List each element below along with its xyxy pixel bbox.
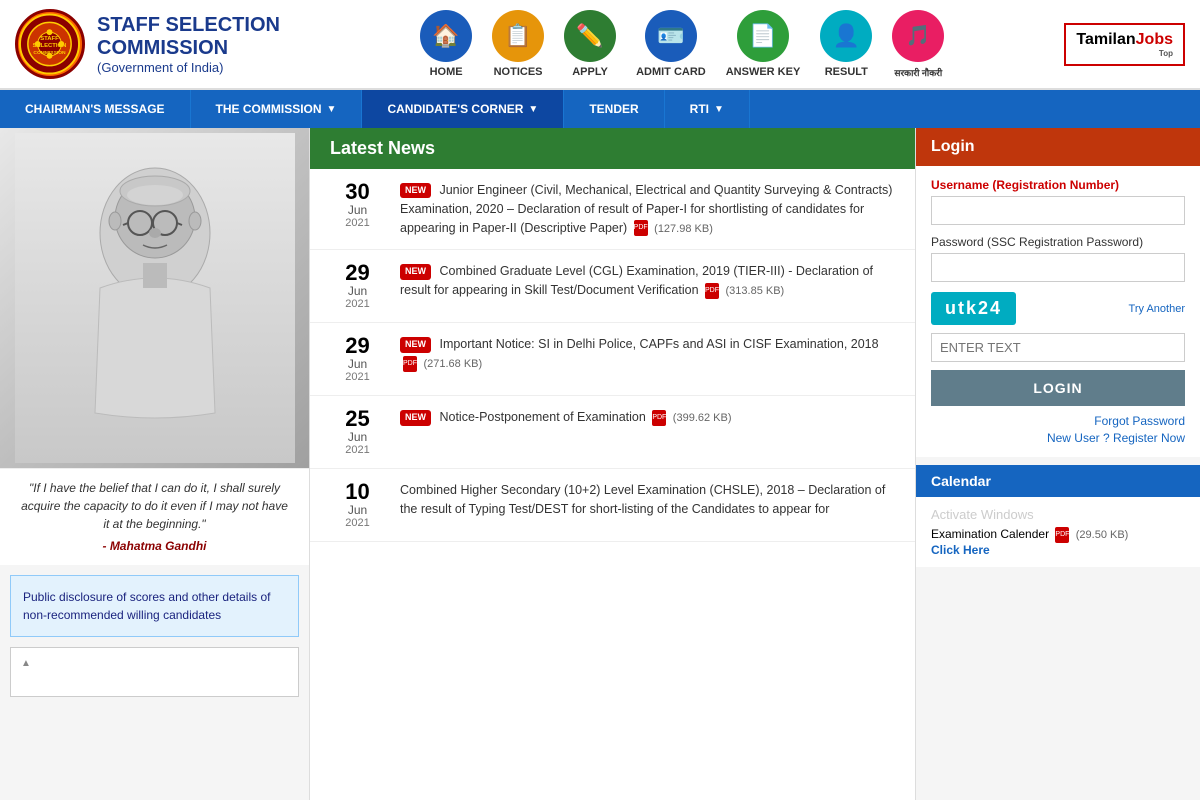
login-header: Login (916, 128, 1200, 166)
commission-arrow: ▼ (327, 104, 337, 115)
pdf-icon: PDF (403, 356, 417, 372)
captcha-row: utk24 Try Another (931, 292, 1185, 325)
pdf-icon: PDF (652, 410, 666, 426)
navigation-bar: CHAIRMAN'S MESSAGE THE COMMISSION ▼ CAND… (0, 90, 1200, 128)
answer-key-icon: 📄 (737, 10, 789, 62)
password-label: Password (SSC Registration Password) (931, 235, 1185, 249)
extra-icon: 🎵 (892, 10, 944, 62)
login-box: Login Username (Registration Number) Pas… (916, 128, 1200, 457)
captcha-input[interactable] (931, 333, 1185, 362)
jobs-text: Jobs (1136, 31, 1173, 48)
news-date: 10 Jun 2021 (330, 481, 385, 529)
username-label: Username (Registration Number) (931, 178, 1185, 192)
extra-label: सरकारी नौकरी (894, 66, 942, 79)
nav-admit-card[interactable]: 🪪 ADMIT CARD (636, 10, 706, 78)
svg-text:STAFF: STAFF (40, 36, 59, 42)
news-content[interactable]: NEW Junior Engineer (Civil, Mechanical, … (400, 181, 895, 237)
new-user-link[interactable]: New User ? Register Now (931, 431, 1185, 445)
news-date: 25 Jun 2021 (330, 408, 385, 456)
pdf-icon: PDF (634, 220, 648, 236)
news-date: 29 Jun 2021 (330, 335, 385, 383)
news-content[interactable]: NEW Notice-Postponement of Examination P… (400, 408, 895, 427)
center-content: Latest News 30 Jun 2021 NEW Junior Engin… (310, 128, 915, 800)
pdf-icon: PDF (705, 283, 719, 299)
news-item: 29 Jun 2021 NEW Important Notice: SI in … (310, 323, 915, 396)
nav-home[interactable]: 🏠 HOME (420, 10, 472, 78)
news-item: 10 Jun 2021 Combined Higher Secondary (1… (310, 469, 915, 542)
nav-tender[interactable]: TENDER (564, 90, 664, 128)
org-name: STAFF SELECTION COMMISSION (97, 14, 315, 60)
login-links: Forgot Password New User ? Register Now (931, 414, 1185, 445)
captcha-image: utk24 (931, 292, 1016, 325)
left-sidebar: "If I have the belief that I can do it, … (0, 128, 310, 800)
tamilan-text: Tamilan (1076, 31, 1135, 48)
new-badge: NEW (400, 410, 431, 426)
calendar-body: Activate Windows Examination Calender PD… (916, 497, 1200, 567)
news-content[interactable]: Combined Higher Secondary (10+2) Level E… (400, 481, 895, 519)
login-body: Username (Registration Number) Password … (916, 166, 1200, 457)
calendar-section: Calendar Activate Windows Examination Ca… (916, 465, 1200, 567)
scroll-box: ▲ (10, 647, 299, 697)
admit-card-label: ADMIT CARD (636, 66, 706, 78)
latest-news-header: Latest News (310, 128, 915, 169)
apply-label: APPLY (572, 66, 608, 78)
nav-result[interactable]: 👤 RESULT (820, 10, 872, 78)
right-sidebar: Login Username (Registration Number) Pas… (915, 128, 1200, 800)
home-icon: 🏠 (420, 10, 472, 62)
ssc-logo: STAFF SELECTION COMMISSION (15, 9, 85, 79)
answer-key-label: ANSWER KEY (726, 66, 801, 78)
try-another-link[interactable]: Try Another (1024, 303, 1185, 315)
nav-candidates-corner[interactable]: CANDIDATE'S CORNER ▼ (362, 90, 564, 128)
news-content[interactable]: NEW Combined Graduate Level (CGL) Examin… (400, 262, 895, 300)
news-date: 29 Jun 2021 (330, 262, 385, 310)
news-date: 30 Jun 2021 (330, 181, 385, 229)
quote-author: - Mahatma Gandhi (20, 538, 289, 555)
exam-calendar-text: Examination Calender (931, 527, 1049, 541)
rti-arrow: ▼ (714, 104, 724, 115)
nav-apply[interactable]: ✏️ APPLY (564, 10, 616, 78)
logo-area: STAFF SELECTION COMMISSION STAFF SELECTI… (15, 9, 315, 79)
nav-answer-key[interactable]: 📄 ANSWER KEY (726, 10, 801, 78)
news-content[interactable]: NEW Important Notice: SI in Delhi Police… (400, 335, 895, 373)
activate-windows: Activate Windows (931, 507, 1185, 522)
tamilan-jobs-badge: TamilanJobs Top (1064, 23, 1185, 66)
new-badge: NEW (400, 337, 431, 353)
username-input[interactable] (931, 196, 1185, 225)
news-item: 30 Jun 2021 NEW Junior Engineer (Civil, … (310, 169, 915, 250)
result-icon: 👤 (820, 10, 872, 62)
new-badge: NEW (400, 264, 431, 280)
password-input[interactable] (931, 253, 1185, 282)
admit-card-icon: 🪪 (645, 10, 697, 62)
result-label: RESULT (825, 66, 868, 78)
news-item: 29 Jun 2021 NEW Combined Graduate Level … (310, 250, 915, 323)
click-here-link[interactable]: Click Here (931, 543, 990, 557)
gandhi-quote: "If I have the belief that I can do it, … (0, 468, 309, 565)
org-subtitle: (Government of India) (97, 60, 315, 75)
org-title: STAFF SELECTION COMMISSION (Government o… (97, 14, 315, 75)
home-label: HOME (430, 66, 463, 78)
main-content: "If I have the belief that I can do it, … (0, 128, 1200, 800)
nav-icons: 🏠 HOME 📋 NOTICES ✏️ APPLY 🪪 ADMIT CARD 📄… (315, 10, 1049, 79)
calendar-pdf-icon: PDF (1055, 527, 1069, 543)
calendar-file-size: (29.50 KB) (1076, 529, 1129, 541)
candidates-arrow: ▼ (528, 104, 538, 115)
login-button[interactable]: LOGIN (931, 370, 1185, 406)
nav-rti[interactable]: RTI ▼ (665, 90, 750, 128)
nav-notices[interactable]: 📋 NOTICES (492, 10, 544, 78)
nav-the-commission[interactable]: THE COMMISSION ▼ (191, 90, 363, 128)
header: STAFF SELECTION COMMISSION STAFF SELECTI… (0, 0, 1200, 90)
news-item: 25 Jun 2021 NEW Notice-Postponement of E… (310, 396, 915, 469)
notices-icon: 📋 (492, 10, 544, 62)
info-box[interactable]: Public disclosure of scores and other de… (10, 575, 299, 637)
nav-extra[interactable]: 🎵 सरकारी नौकरी (892, 10, 944, 79)
forgot-password-link[interactable]: Forgot Password (931, 414, 1185, 428)
new-badge: NEW (400, 183, 431, 199)
apply-icon: ✏️ (564, 10, 616, 62)
nav-chairmans-message[interactable]: CHAIRMAN'S MESSAGE (0, 90, 191, 128)
gandhi-image-container (0, 128, 309, 468)
calendar-header: Calendar (916, 465, 1200, 497)
notices-label: NOTICES (494, 66, 543, 78)
